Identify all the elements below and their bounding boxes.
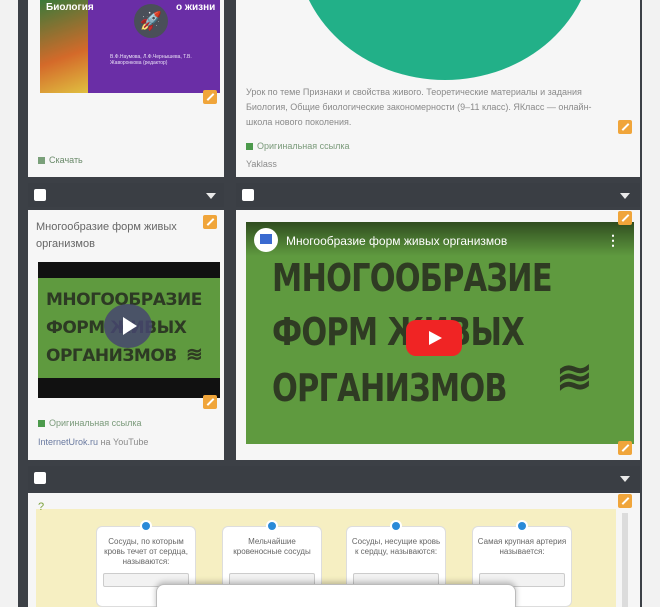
link-icon — [38, 419, 45, 427]
edit-pencil-icon[interactable] — [203, 90, 217, 104]
original-link[interactable]: Оригинальная ссылка — [246, 141, 349, 151]
edit-pencil-icon[interactable] — [618, 494, 632, 508]
page-margin-right — [642, 0, 660, 607]
book-authors: В.Ф.Наумова, Л.Ф.Чернышева, Т.В. Жаворон… — [110, 54, 192, 66]
source-site[interactable]: InternetUrok.ru — [38, 437, 98, 447]
dna-icon: ≋ — [186, 344, 203, 366]
player-line-2: ФОРМ ЖИВЫХ — [272, 310, 525, 354]
chevron-down-icon[interactable] — [206, 193, 216, 199]
article-description: Урок по теме Признаки и свойства живого.… — [246, 87, 592, 127]
section-header — [28, 183, 224, 207]
dna-icon: ≋ — [556, 353, 593, 402]
original-link[interactable]: Оригинальная ссылка — [38, 418, 141, 428]
edit-pencil-icon[interactable] — [203, 215, 217, 229]
player-line-3: ОРГАНИЗМОВ — [272, 366, 508, 410]
download-label: Скачать — [49, 155, 83, 165]
youtube-play-icon[interactable] — [406, 320, 462, 356]
original-link-label: Оригинальная ссылка — [257, 141, 350, 151]
checkbox-icon[interactable] — [242, 189, 254, 201]
quiz-scrollbar[interactable] — [622, 513, 628, 607]
link-icon — [246, 142, 253, 150]
download-link[interactable]: Скачать — [38, 155, 83, 165]
chevron-down-icon[interactable] — [620, 193, 630, 199]
quiz-connector-dot[interactable] — [516, 520, 528, 532]
edit-pencil-icon[interactable] — [618, 441, 632, 455]
checkbox-icon[interactable] — [34, 189, 46, 201]
download-icon — [38, 156, 45, 164]
video-source: InternetUrok.ru на YouTube — [38, 437, 148, 447]
play-icon[interactable] — [104, 304, 152, 348]
section-header — [236, 183, 640, 207]
answer-pool-popup[interactable] — [156, 584, 516, 607]
player-line-1: МНОГООБРАЗИЕ — [272, 256, 553, 300]
article-source: Yaklass — [246, 159, 277, 169]
channel-avatar[interactable] — [254, 228, 278, 252]
cover-illustration — [40, 0, 88, 93]
checkbox-icon[interactable] — [34, 472, 46, 484]
edit-pencil-icon[interactable] — [618, 120, 632, 134]
chevron-down-icon[interactable] — [620, 476, 630, 482]
edit-pencil-icon[interactable] — [618, 211, 632, 225]
edit-pencil-icon[interactable] — [203, 395, 217, 409]
source-suffix: на YouTube — [100, 437, 149, 447]
rocket-icon: 🚀 — [134, 4, 168, 38]
book-cover-image[interactable]: Биология 🚀 о жизни В.Ф.Наумова, Л.Ф.Черн… — [40, 0, 220, 93]
page-margin-left — [0, 0, 18, 607]
original-link-label: Оригинальная ссылка — [49, 418, 142, 428]
quiz-connector-dot[interactable] — [266, 520, 278, 532]
book-title-left: Биология — [46, 2, 94, 13]
section-header — [28, 466, 640, 490]
book-title-right: о жизни — [176, 2, 216, 13]
more-vert-icon[interactable]: ⋮ — [606, 232, 620, 249]
thumb-line-3: ОРГАНИЗМОВ — [46, 346, 177, 366]
quiz-connector-dot[interactable] — [140, 520, 152, 532]
quiz-connector-dot[interactable] — [390, 520, 402, 532]
player-title[interactable]: Многообразие форм живых организмов — [286, 234, 507, 248]
help-icon[interactable]: ? — [38, 501, 44, 513]
video-card-title: Многообразие форм живых организмов — [36, 221, 177, 250]
